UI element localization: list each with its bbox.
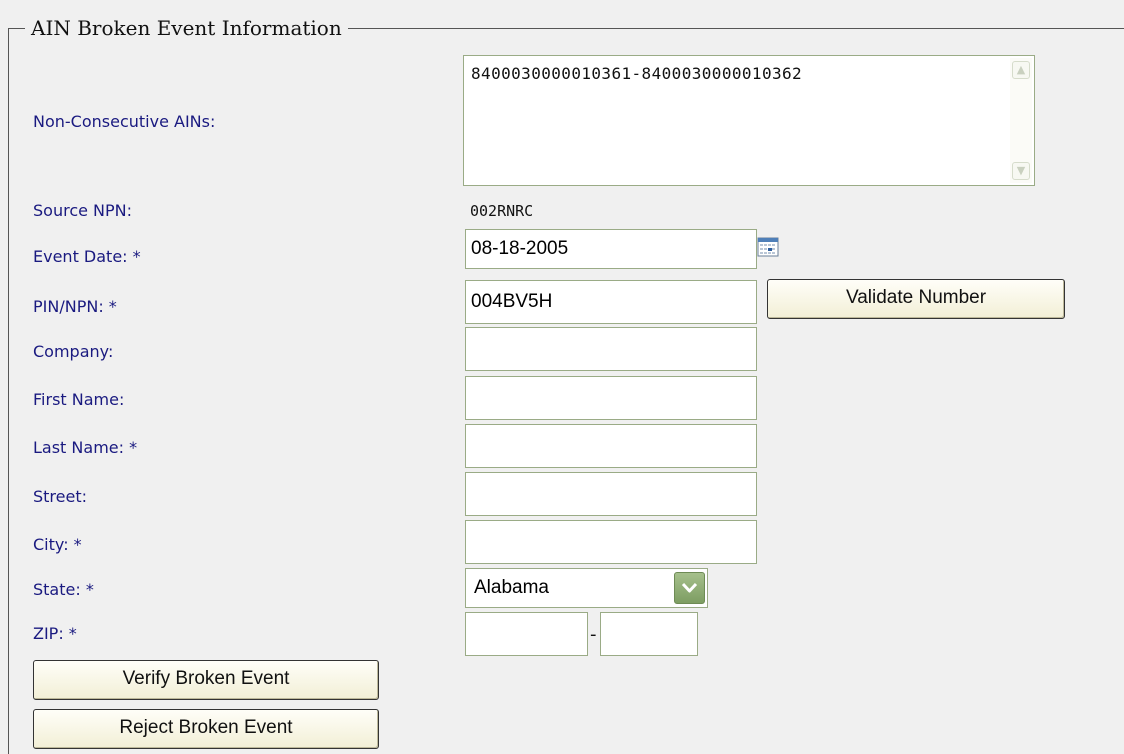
- state-select[interactable]: Alabama: [465, 568, 708, 608]
- scroll-down-arrow-icon[interactable]: ▼: [1012, 162, 1030, 180]
- company-input[interactable]: [465, 327, 757, 371]
- validate-number-button[interactable]: Validate Number: [767, 279, 1065, 319]
- calendar-icon[interactable]: [757, 236, 779, 258]
- zip-main-input[interactable]: [465, 612, 588, 656]
- pin-npn-input[interactable]: 004BV5H: [465, 280, 757, 324]
- last-name-label: Last Name: *: [33, 438, 138, 457]
- reject-broken-event-button[interactable]: Reject Broken Event: [33, 709, 379, 749]
- non-consecutive-ains-value: 8400030000010361-8400030000010362: [471, 64, 803, 83]
- verify-broken-event-button[interactable]: Verify Broken Event: [33, 660, 379, 700]
- pin-npn-label: PIN/NPN: *: [33, 297, 117, 316]
- non-consecutive-ains-label: Non-Consecutive AINs:: [33, 112, 216, 131]
- company-label: Company:: [33, 342, 114, 361]
- city-input[interactable]: [465, 520, 757, 564]
- city-label: City: *: [33, 535, 82, 554]
- first-name-label: First Name:: [33, 390, 125, 409]
- last-name-input[interactable]: [465, 424, 757, 468]
- section-title: AIN Broken Event Information: [25, 15, 348, 41]
- state-selected-value: Alabama: [474, 577, 549, 598]
- textarea-scrollbar[interactable]: ▲ ▼: [1010, 58, 1032, 183]
- zip-separator: -: [590, 624, 597, 645]
- source-npn-value: 002RNRC: [470, 202, 534, 220]
- zip-label: ZIP: *: [33, 624, 77, 643]
- street-input[interactable]: [465, 472, 757, 516]
- event-date-label: Event Date: *: [33, 247, 141, 266]
- scroll-up-arrow-icon[interactable]: ▲: [1012, 61, 1030, 79]
- state-label: State: *: [33, 580, 94, 599]
- first-name-input[interactable]: [465, 376, 757, 420]
- dropdown-arrow-icon[interactable]: [674, 572, 705, 604]
- street-label: Street:: [33, 487, 88, 506]
- source-npn-label: Source NPN:: [33, 201, 133, 220]
- zip-extension-input[interactable]: [600, 612, 698, 656]
- event-date-input[interactable]: 08-18-2005: [465, 229, 757, 269]
- non-consecutive-ains-textarea[interactable]: 8400030000010361-8400030000010362 ▲ ▼: [463, 55, 1035, 186]
